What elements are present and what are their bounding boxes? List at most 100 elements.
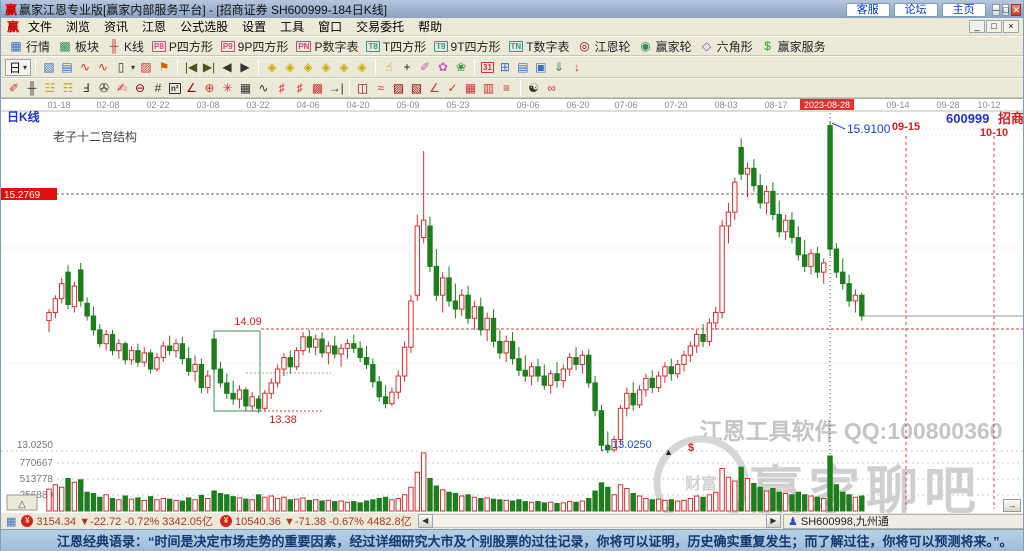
- toolbar-check-tool[interactable]: ✓: [444, 79, 462, 97]
- toolbar-grid-red2-tool[interactable]: ▥: [480, 79, 498, 97]
- toolbar-t-table-button[interactable]: TNT数字表: [505, 37, 574, 55]
- toolbar-grid-red-tool[interactable]: ▦: [462, 79, 480, 97]
- menu-item-帮助[interactable]: 帮助: [411, 17, 449, 36]
- toolbar-calendar-icon[interactable]: 31: [479, 58, 496, 76]
- toolbar-f-ruler-tool[interactable]: Ⅎ: [77, 79, 95, 97]
- toolbar-p-table-button[interactable]: PNP数字表: [292, 37, 362, 55]
- child-close-button[interactable]: ×: [1003, 20, 1019, 33]
- menu-item-工具[interactable]: 工具: [273, 17, 311, 36]
- toolbar-star-tool[interactable]: ✳: [219, 79, 237, 97]
- toolbar-refresh-icon[interactable]: ⇓: [550, 58, 568, 76]
- toolbar-annotate-tool[interactable]: ✍: [113, 79, 131, 97]
- menu-item-设置[interactable]: 设置: [235, 17, 273, 36]
- toolbar-gann-wheel-button[interactable]: ◎江恩轮: [574, 37, 635, 55]
- toolbar-quotes-button[interactable]: ▦行情: [5, 37, 54, 55]
- shenzhen-index-quote[interactable]: 10540.36 ▼-71.38 -0.67% 4482.8亿: [235, 513, 412, 529]
- toolbar-crosshair-icon[interactable]: +: [398, 58, 416, 76]
- toolbar-wave-tool[interactable]: ∿: [255, 79, 273, 97]
- scroll-left-arrow[interactable]: ◀: [418, 514, 433, 528]
- shanghai-index-icon[interactable]: ¥: [21, 515, 33, 527]
- toolbar-hash-red-tool[interactable]: ♯: [273, 79, 291, 97]
- toolbar-sectors-button[interactable]: ▩板块: [54, 37, 103, 55]
- toolbar-pen-tool[interactable]: ✐: [5, 79, 23, 97]
- toolbar-zoom-diamond-2[interactable]: ◈: [281, 58, 299, 76]
- kline-chart-area[interactable]: 01-1802-0802-2203-0803-2204-0604-2005-09…: [1, 98, 1023, 512]
- shanghai-index-quote[interactable]: 3154.34 ▼-22.72 -0.72% 3342.05亿: [36, 513, 213, 529]
- menu-item-浏览[interactable]: 浏览: [59, 17, 97, 36]
- toolbar-save-icon[interactable]: ▣: [532, 58, 550, 76]
- toolbar-ellipse-tool[interactable]: ⊖: [131, 79, 149, 97]
- child-restore-button[interactable]: □: [986, 20, 1002, 33]
- toolbar-p-square-button[interactable]: P8P四方形: [148, 37, 217, 55]
- toolbar-info-panel-icon[interactable]: ▤: [58, 58, 76, 76]
- shenzhen-index-icon[interactable]: ¥: [220, 515, 232, 527]
- toolbar-line-draw-icon[interactable]: ✐: [416, 58, 434, 76]
- toolbar-9p-square-button[interactable]: P99P四方形: [217, 37, 292, 55]
- toolbar-rays-tool[interactable]: ≈: [372, 79, 390, 97]
- toolbar-shade-tool[interactable]: ▩: [309, 79, 327, 97]
- toolbar-9t-square-button[interactable]: T99T四方形: [430, 37, 504, 55]
- kline-chart-svg[interactable]: 01-1802-0802-2203-0803-2204-0604-2005-09…: [1, 99, 1024, 513]
- toolbar-zoom-diamond-5[interactable]: ◈: [335, 58, 353, 76]
- grid-view-icon[interactable]: ▦: [6, 515, 16, 528]
- toolbar-winner-wheel-button[interactable]: ◉赢家轮: [635, 37, 696, 55]
- toolbar-pan-hand-icon[interactable]: ☝: [380, 58, 398, 76]
- scroll-right-arrow[interactable]: ▶: [766, 514, 781, 528]
- toolbar-angle2-tool[interactable]: ∠: [426, 79, 444, 97]
- toolbar-zoom-diamond-4[interactable]: ◈: [317, 58, 335, 76]
- chart-scroll-right-button[interactable]: →: [1003, 499, 1021, 512]
- toolbar-zoom-diamond-3[interactable]: ◈: [299, 58, 317, 76]
- toolbar-prev-bar-icon[interactable]: ◀: [218, 58, 236, 76]
- toolbar-angle-tool[interactable]: ∠: [183, 79, 201, 97]
- toolbar-circle-cross-tool[interactable]: ⊕: [201, 79, 219, 97]
- toolbar-cycle-line-tool[interactable]: ╫: [23, 79, 41, 97]
- toolbar-zoom-diamond-1[interactable]: ◈: [263, 58, 281, 76]
- toolbar-gann-face-icon[interactable]: ✿: [434, 58, 452, 76]
- toolbar-fill-box-tool[interactable]: ▨: [390, 79, 408, 97]
- toolbar-box-select-tool[interactable]: ◫: [354, 79, 372, 97]
- menu-item-交易委托[interactable]: 交易委托: [349, 17, 411, 36]
- scroll-track[interactable]: [433, 514, 766, 528]
- period-dropdown[interactable]: 日▾: [5, 59, 31, 76]
- chart-hscrollbar[interactable]: ◀ ▶: [418, 514, 781, 529]
- toolbar-t-square-button[interactable]: T8T四方形: [362, 37, 430, 55]
- toolbar-winner-service-button[interactable]: $赢家服务: [757, 37, 830, 55]
- toolbar-n-square-tool[interactable]: n²: [167, 79, 183, 97]
- toolbar-fill-box2-tool[interactable]: ▧: [408, 79, 426, 97]
- menu-item-江恩[interactable]: 江恩: [135, 17, 173, 36]
- toolbar-next-bar-icon[interactable]: ▶: [236, 58, 254, 76]
- toolbar-last-bar-icon[interactable]: ▶|: [200, 58, 218, 76]
- restore-button[interactable]: □: [1002, 4, 1009, 16]
- toolbar-hash-red2-tool[interactable]: ♯: [291, 79, 309, 97]
- next-stock-cell[interactable]: ♟ SH600998,九州通: [783, 514, 1023, 529]
- toolbar-infinity-tool[interactable]: ∞: [543, 79, 561, 97]
- toolbar-lines-tool[interactable]: ≡: [498, 79, 516, 97]
- close-button[interactable]: ✕: [1011, 4, 1021, 16]
- toolbar-candle-style-dropdown[interactable]: ▯▾: [112, 58, 137, 76]
- toolbar-density-tool[interactable]: #: [149, 79, 167, 97]
- toolbar-zigzag-icon[interactable]: ∿: [76, 58, 94, 76]
- toolbar-flag-icon[interactable]: ⚑: [155, 58, 173, 76]
- toolbar-chart-panel-icon[interactable]: ▧: [40, 58, 58, 76]
- toolbar-wheel-mini-icon[interactable]: ❀: [452, 58, 470, 76]
- menu-item-公式选股[interactable]: 公式选股: [173, 17, 235, 36]
- toolbar-download-icon[interactable]: ↓: [568, 58, 586, 76]
- toolbar-zigzag2-icon[interactable]: ∿: [94, 58, 112, 76]
- toolbar-spiral-tool[interactable]: ✇: [95, 79, 113, 97]
- titlebar-link-2[interactable]: 主页: [942, 3, 986, 17]
- toolbar-yinyang-tool[interactable]: ☯: [525, 79, 543, 97]
- toolbar-indicator-box-icon[interactable]: ▨: [137, 58, 155, 76]
- menu-item-资讯[interactable]: 资讯: [97, 17, 135, 36]
- toolbar-gann-grid-yellow2[interactable]: ☶: [59, 79, 77, 97]
- toolbar-notes-icon[interactable]: ▤: [514, 58, 532, 76]
- titlebar-link-1[interactable]: 论坛: [894, 3, 938, 17]
- toolbar-kline-button[interactable]: ╫K线: [103, 37, 148, 55]
- toolbar-calculator-icon[interactable]: ⊞: [496, 58, 514, 76]
- menu-item-窗口[interactable]: 窗口: [311, 17, 349, 36]
- toolbar-gann-grid-yellow[interactable]: ☳: [41, 79, 59, 97]
- minimize-button[interactable]: ─: [992, 4, 1000, 16]
- toolbar-zoom-diamond-6[interactable]: ◈: [353, 58, 371, 76]
- titlebar-link-0[interactable]: 客服: [846, 3, 890, 17]
- child-minimize-button[interactable]: _: [969, 20, 985, 33]
- toolbar-time-shift-tool[interactable]: →|: [327, 79, 345, 97]
